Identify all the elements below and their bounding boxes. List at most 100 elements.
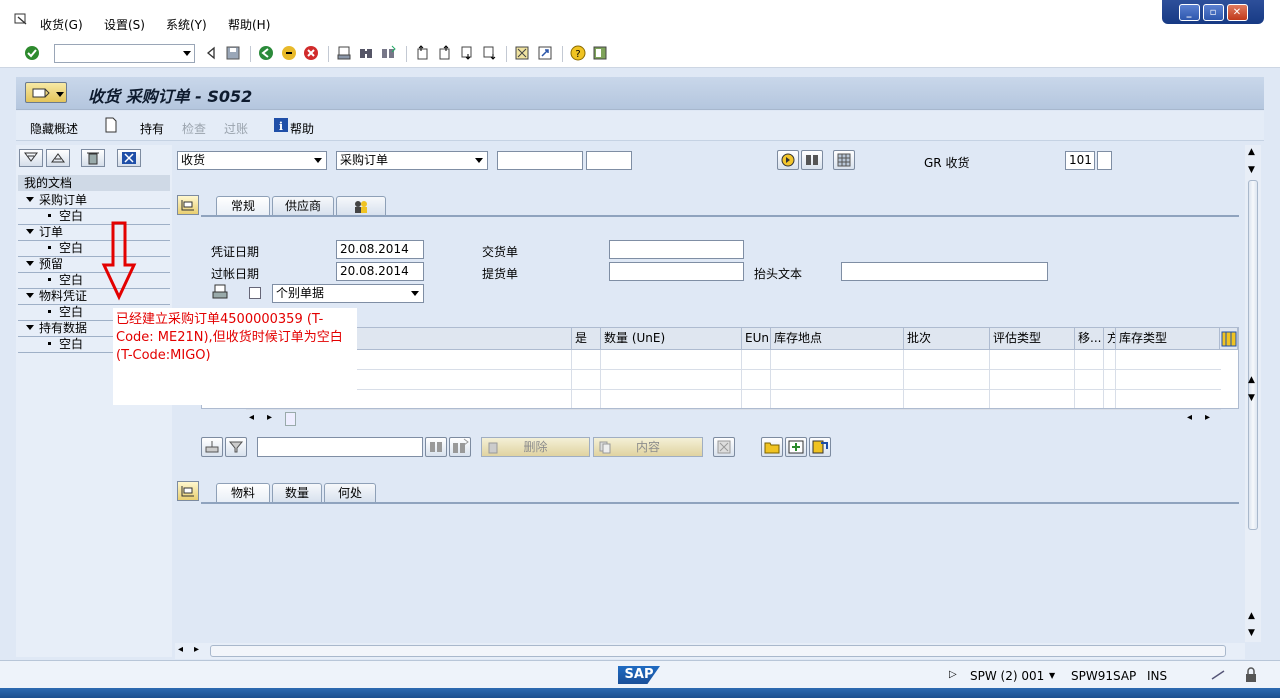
horizontal-scroll-thumb[interactable]	[210, 645, 1226, 657]
table-horizontal-scrollbar[interactable]: ◂ ▸ ◂ ▸	[245, 411, 1221, 427]
column-header-direction[interactable]: 方	[1104, 328, 1116, 350]
header-text-input[interactable]	[841, 262, 1048, 281]
close-panel-icon[interactable]	[117, 149, 141, 167]
table-search-input[interactable]	[257, 437, 423, 457]
collapse-header-icon[interactable]	[177, 195, 199, 215]
add-row-icon[interactable]	[785, 437, 807, 457]
select-all-icon[interactable]	[201, 437, 223, 457]
find-next-table-icon[interactable]	[449, 437, 471, 457]
collapse-all-icon[interactable]	[46, 149, 70, 167]
movement-type-input[interactable]: 101	[1065, 151, 1095, 170]
tab-where[interactable]: 何处	[324, 483, 376, 503]
tab-general[interactable]: 常规	[216, 196, 270, 216]
previous-page-icon[interactable]	[437, 45, 453, 61]
tree-node-reservation[interactable]: 预留	[18, 257, 170, 273]
tree-leaf-empty[interactable]: 空白	[18, 209, 170, 225]
menu-help[interactable]: 帮助(H)	[228, 16, 270, 33]
delete-button[interactable]: 删除	[481, 437, 590, 457]
create-session-icon[interactable]	[514, 45, 530, 61]
slip-type-select[interactable]: 个别单据	[272, 284, 424, 303]
delete-row-icon[interactable]	[809, 437, 831, 457]
find-table-icon[interactable]	[425, 437, 447, 457]
print-icon[interactable]	[336, 45, 352, 61]
column-header-unit[interactable]: EUn	[742, 328, 771, 350]
exit-icon[interactable]	[281, 45, 297, 61]
printer-icon[interactable]	[211, 284, 229, 300]
column-header-valuation-type[interactable]: 评估类型	[990, 328, 1075, 350]
scroll-left-icon[interactable]: ◂	[178, 644, 183, 655]
movement-type-extra-input[interactable]	[1097, 151, 1112, 170]
info-icon[interactable]: i	[273, 117, 289, 133]
tree-node-order[interactable]: 订单	[18, 225, 170, 241]
menu-icon[interactable]	[14, 13, 28, 25]
check-button[interactable]: 检查	[182, 120, 206, 137]
menu-system[interactable]: 系统(Y)	[166, 16, 207, 33]
tab-quantity[interactable]: 数量	[272, 483, 322, 503]
new-document-icon[interactable]	[104, 117, 118, 133]
tab-partner[interactable]	[336, 196, 386, 216]
bill-of-lading-input[interactable]	[609, 262, 744, 281]
next-page-icon[interactable]	[459, 45, 475, 61]
hide-overview-button[interactable]: 隐藏概述	[30, 120, 78, 137]
tree-node-material-document[interactable]: 物料凭证	[18, 289, 170, 305]
post-button[interactable]: 过账	[224, 120, 248, 137]
column-header-quantity[interactable]: 数量 (UnE)	[601, 328, 742, 350]
action-select[interactable]: 收货	[177, 151, 327, 170]
fullscreen-icon[interactable]	[713, 437, 735, 457]
column-header-stock-type[interactable]: 库存类型	[1116, 328, 1220, 350]
post-date-input[interactable]: 20.08.2014	[336, 262, 424, 281]
help-icon[interactable]: ?	[570, 45, 586, 61]
tree-node-purchase-order[interactable]: 采购订单	[18, 193, 170, 209]
find-next-icon[interactable]	[380, 45, 396, 61]
scroll-down-icon[interactable]: ▼	[1248, 393, 1255, 403]
search-icon[interactable]	[801, 150, 823, 170]
caret-down-icon[interactable]	[26, 229, 34, 234]
tree-leaf-empty[interactable]: 空白	[18, 241, 170, 257]
help-button[interactable]: 帮助	[290, 120, 314, 137]
enter-icon[interactable]	[24, 45, 40, 61]
first-page-icon[interactable]	[415, 45, 431, 61]
menu-goods-receipt[interactable]: 收货(G)	[40, 16, 83, 33]
scroll-down-icon[interactable]: ▼	[1248, 628, 1255, 638]
title-menu-button[interactable]	[25, 82, 67, 103]
print-checkbox[interactable]	[249, 287, 261, 299]
tree-leaf-empty[interactable]: 空白	[18, 273, 170, 289]
shortcut-icon[interactable]	[537, 45, 553, 61]
cancel-icon[interactable]	[303, 45, 319, 61]
collapse-detail-icon[interactable]	[177, 481, 199, 501]
filter-icon[interactable]	[225, 437, 247, 457]
lock-icon[interactable]	[1243, 667, 1259, 683]
chevron-down-icon[interactable]: ▼	[1049, 671, 1055, 680]
scroll-left-icon[interactable]: ◂	[1187, 412, 1192, 423]
save-icon[interactable]	[225, 45, 241, 61]
expand-all-icon[interactable]	[19, 149, 43, 167]
folder-icon[interactable]	[761, 437, 783, 457]
close-icon[interactable]: ✕	[1226, 3, 1248, 21]
vertical-scroll-thumb[interactable]	[1248, 180, 1258, 530]
grid-icon[interactable]	[833, 150, 855, 170]
scroll-right-icon[interactable]: ▸	[194, 644, 199, 655]
caret-down-icon[interactable]	[26, 261, 34, 266]
back-icon[interactable]	[258, 45, 274, 61]
minimize-icon[interactable]: _	[1178, 3, 1200, 21]
execute-icon[interactable]	[777, 150, 799, 170]
column-header-storage-location[interactable]: 库存地点	[771, 328, 904, 350]
tab-material[interactable]: 物料	[216, 483, 270, 503]
po-item-input[interactable]	[586, 151, 632, 170]
find-icon[interactable]	[358, 45, 374, 61]
restore-icon[interactable]: ▫	[1202, 3, 1224, 21]
trash-icon[interactable]	[81, 149, 105, 167]
scroll-right-icon[interactable]: ▸	[267, 412, 272, 423]
status-expand-icon[interactable]: ▷	[949, 669, 957, 680]
horizontal-scrollbar[interactable]: ◂ ▸	[175, 643, 1245, 659]
layout-menu-icon[interactable]	[592, 45, 608, 61]
scroll-down-icon[interactable]: ▼	[1248, 165, 1255, 175]
contents-button[interactable]: 内容	[593, 437, 703, 457]
scroll-up-icon[interactable]: ▲	[1248, 375, 1255, 385]
hold-button[interactable]: 持有	[140, 120, 164, 137]
column-settings-icon[interactable]	[1220, 328, 1238, 350]
last-page-icon[interactable]	[481, 45, 497, 61]
command-field[interactable]	[54, 44, 195, 63]
scroll-up-icon[interactable]: ▲	[1248, 147, 1255, 157]
caret-down-icon[interactable]	[26, 197, 34, 202]
